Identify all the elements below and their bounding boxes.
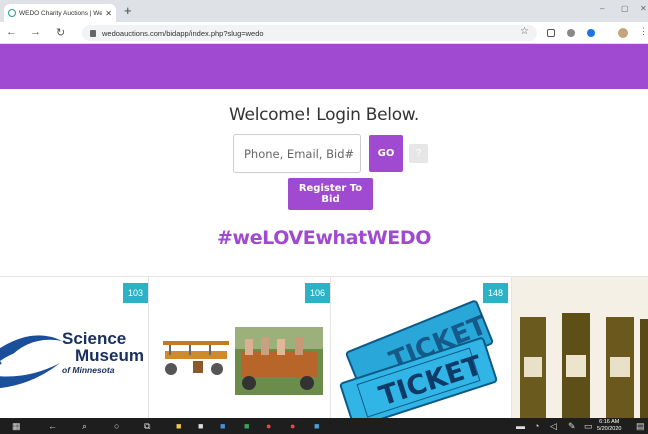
browser-tab-bar: WEDO Charity Auctions | Well... ✕ + – ▢ … [0,0,648,22]
wine-bottles-image [512,277,648,418]
reload-icon[interactable]: ↻ [56,26,65,39]
lot-number-badge: 106 [305,283,330,303]
volume-icon[interactable]: ◁ [550,421,557,432]
profile-avatar[interactable] [618,28,628,38]
auction-item-card[interactable]: 103 Science Museum of Minnesota [0,277,149,418]
extension-icon[interactable] [547,29,555,37]
help-button[interactable]: ? [409,144,428,163]
maximize-icon[interactable]: ▢ [621,4,629,13]
app-icon[interactable]: ■ [314,421,319,431]
app-icon[interactable]: ■ [220,421,225,431]
pedal-pub-photos [159,327,323,395]
clock-date: 5/20/2020 [597,426,622,432]
auction-item-card[interactable]: 106 [149,277,331,418]
welcome-heading: Welcome! Login Below. [229,105,419,125]
search-icon[interactable]: ⌕ [82,421,87,432]
minimize-icon[interactable]: – [600,4,604,13]
bookmark-star-icon[interactable]: ☆ [520,26,529,37]
address-bar[interactable]: wedoauctions.com/bidapp/index.php?slug=w… [82,25,537,41]
chrome-icon[interactable]: ● [266,421,271,431]
windows-start-icon[interactable]: ▦ [12,421,21,432]
register-to-bid-button[interactable]: Register To Bid [288,178,373,210]
keyboard-icon[interactable]: ▭ [584,421,593,432]
system-clock[interactable]: 6:16 AM 5/20/2020 [597,419,621,433]
back-arrow-icon[interactable]: ← [48,421,57,431]
browser-menu-icon[interactable]: ⋮ [639,26,648,37]
file-explorer-icon[interactable]: ■ [176,421,181,431]
extension-icon[interactable] [587,29,595,37]
lock-icon [90,29,96,37]
site-header-bar [0,44,648,89]
cortana-icon[interactable]: ○ [114,421,119,431]
task-view-icon[interactable]: ⧉ [144,421,150,432]
close-tab-icon[interactable]: ✕ [105,9,112,18]
hashtag-slogan: #weLOVEwhatWEDO [217,227,431,249]
clock-time: 6:16 AM [599,419,620,425]
lot-number-badge: 148 [483,283,508,303]
lot-number-badge: 103 [123,283,148,303]
back-icon[interactable]: ← [6,26,17,38]
extension-icon[interactable] [567,29,575,37]
people-icon[interactable]: ◔ [534,421,539,431]
logo-text: of Minnesota [62,365,115,375]
auction-item-card[interactable]: 148 TICKET TICKET [331,277,512,418]
address-url: wedoauctions.com/bidapp/index.php?slug=w… [102,28,264,38]
close-window-icon[interactable]: ✕ [640,4,647,13]
windows-taskbar: ▦ ← ⌕ ○ ⧉ ■ ■ ■ ■ ● ● ■ ▬ ◔ ◁ ✎ ▭ 6:16 A… [0,418,648,434]
notifications-icon[interactable]: ▤ [636,421,645,432]
chrome-icon[interactable]: ● [290,421,295,431]
app-icon[interactable]: ■ [244,421,249,431]
store-icon[interactable]: ■ [198,421,203,431]
forward-icon[interactable]: → [30,26,41,38]
logo-text: Museum [75,346,144,365]
browser-toolbar: ← → ↻ wedoauctions.com/bidapp/index.php?… [0,22,648,44]
browser-tab[interactable]: WEDO Charity Auctions | Well... ✕ [4,4,116,22]
login-input[interactable] [233,134,361,173]
pen-icon[interactable]: ✎ [568,421,576,432]
tab-title: WEDO Charity Auctions | Well... [19,9,103,17]
go-button[interactable]: GO [369,135,403,172]
new-tab-icon[interactable]: + [124,3,132,18]
auction-item-card[interactable] [512,277,648,418]
network-icon[interactable]: ▬ [516,421,525,431]
site-favicon-icon [8,9,16,17]
